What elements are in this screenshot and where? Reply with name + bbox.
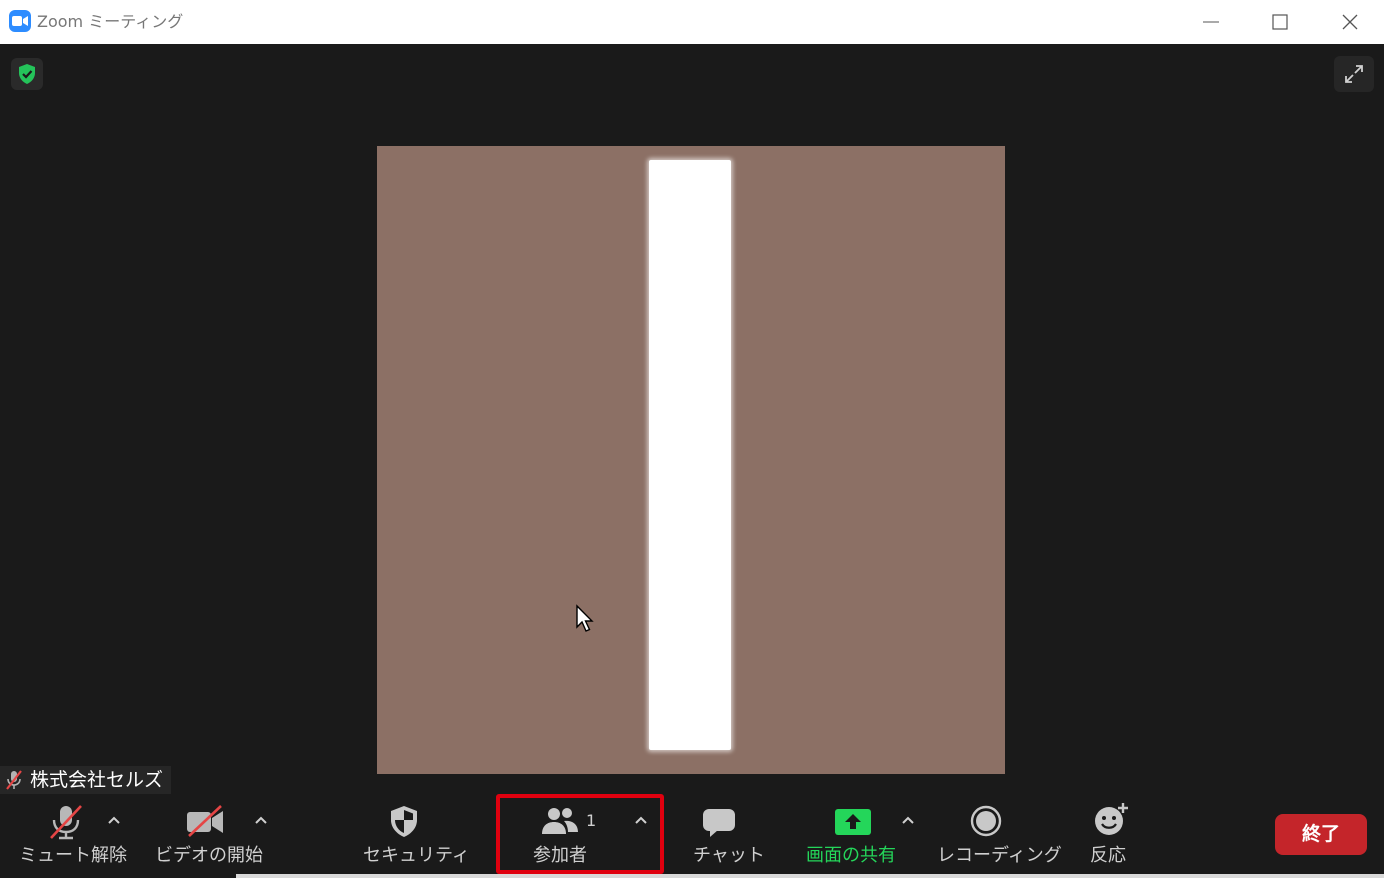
unmute-label: ミュート解除 (19, 845, 127, 866)
chat-bubble-icon (703, 809, 735, 837)
share-screen-icon (835, 809, 871, 835)
title-bar: Zoom ミーティング (0, 0, 1384, 44)
record-label: レコーディング (937, 845, 1062, 866)
close-button[interactable] (1315, 0, 1384, 44)
meeting-view: 株式会社セルズ (0, 44, 1384, 794)
end-meeting-button[interactable]: 終了 (1275, 814, 1367, 855)
expand-icon (1345, 65, 1363, 83)
chat-button[interactable]: チャット (680, 794, 765, 878)
participant-name: 株式会社セルズ (30, 769, 164, 791)
share-screen-button[interactable]: 画面の共有 (800, 794, 930, 878)
fullscreen-button[interactable] (1334, 56, 1374, 92)
maximize-button[interactable] (1245, 0, 1315, 44)
close-icon (1342, 14, 1358, 30)
microphone-muted-icon (50, 805, 82, 840)
shield-check-icon (19, 64, 35, 84)
reactions-button[interactable]: 反応 (1082, 794, 1142, 878)
window-title: Zoom ミーティング (37, 12, 184, 31)
participants-highlight (496, 794, 664, 874)
video-tile (377, 146, 1005, 774)
security-label: セキュリティ (363, 845, 470, 866)
chevron-up-icon[interactable] (108, 816, 120, 824)
security-button[interactable]: セキュリティ (355, 794, 470, 878)
maximize-icon (1272, 14, 1288, 30)
chevron-up-icon[interactable] (255, 816, 267, 824)
zoom-camera-icon (9, 10, 31, 32)
reactions-label: 反応 (1090, 845, 1126, 866)
start-video-button[interactable]: ビデオの開始 (145, 794, 275, 878)
chat-label: チャット (693, 845, 765, 866)
mouse-cursor-icon (576, 604, 594, 632)
bottom-strip (0, 874, 1384, 878)
chevron-up-icon[interactable] (902, 816, 914, 824)
minimize-button[interactable] (1176, 0, 1246, 44)
shield-icon (391, 806, 417, 837)
minimize-icon (1203, 21, 1219, 23)
camera-off-icon (187, 805, 223, 837)
video-content-bar (649, 160, 731, 750)
unmute-button[interactable]: ミュート解除 (0, 794, 135, 878)
start-video-label: ビデオの開始 (155, 845, 263, 866)
microphone-muted-icon (6, 770, 22, 790)
record-button[interactable]: レコーディング (932, 794, 1062, 878)
share-screen-label: 画面の共有 (806, 845, 896, 866)
security-badge[interactable] (11, 58, 43, 90)
meeting-toolbar: ミュート解除 ビデオの開始 セキュリティ 1 参加者 チャット 画面の共有 レコ… (0, 794, 1384, 878)
participant-name-tag: 株式会社セルズ (0, 766, 172, 794)
emoji-plus-icon (1095, 803, 1128, 835)
record-icon (970, 805, 1002, 837)
